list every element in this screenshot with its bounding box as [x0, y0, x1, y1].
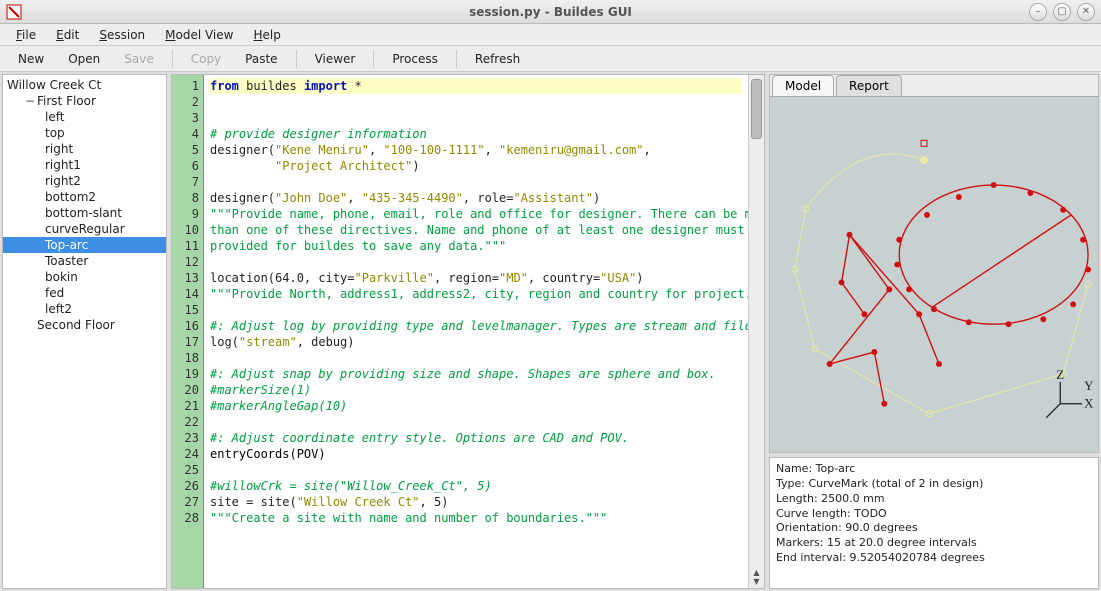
svg-text:Y: Y — [1084, 378, 1093, 393]
tree-item-bokin[interactable]: bokin — [3, 269, 166, 285]
app-icon — [6, 4, 22, 20]
code-line-21[interactable]: #markerAngleGap(10) — [210, 398, 742, 414]
toolbar-save: Save — [112, 50, 165, 68]
code-line-7[interactable] — [210, 174, 742, 190]
code-line-2[interactable] — [210, 94, 742, 110]
info-length: Length: 2500.0 mm — [776, 492, 1092, 507]
tree-item-right2[interactable]: right2 — [3, 173, 166, 189]
info-curve-length: Curve length: TODO — [776, 507, 1092, 522]
model-viewer-canvas[interactable]: X Z Y — [770, 97, 1098, 452]
scroll-arrows[interactable]: ▲▼ — [749, 568, 764, 586]
viewer-tab-model[interactable]: Model — [772, 75, 834, 96]
code-line-25[interactable] — [210, 462, 742, 478]
code-line-1[interactable]: from buildes import * — [210, 78, 742, 94]
code-line-5[interactable]: designer("Kene Meniru", "100-100-1111", … — [210, 142, 742, 158]
info-markers: Markers: 15 at 20.0 degree intervals — [776, 536, 1092, 551]
viewer-panel: ModelReport — [769, 74, 1099, 453]
svg-text:Z: Z — [1056, 367, 1064, 382]
code-line-17[interactable]: log("stream", debug) — [210, 334, 742, 350]
menu-session[interactable]: Session — [89, 26, 155, 44]
code-line-16[interactable]: #: Adjust log by providing type and leve… — [210, 318, 742, 334]
tree-item-curveregular[interactable]: curveRegular — [3, 221, 166, 237]
toolbar-separator — [296, 50, 297, 68]
tree-item-left2[interactable]: left2 — [3, 301, 166, 317]
toolbar-copy: Copy — [179, 50, 233, 68]
code-line-22[interactable] — [210, 414, 742, 430]
code-line-10[interactable]: than one of these directives. Name and p… — [210, 222, 742, 238]
toolbar-separator — [456, 50, 457, 68]
menu-file[interactable]: File — [6, 26, 46, 44]
toolbar-viewer[interactable]: Viewer — [303, 50, 368, 68]
axis-widget: X Z Y — [1046, 367, 1094, 418]
info-panel: Name: Top-arc Type: CurveMark (total of … — [769, 457, 1099, 589]
code-line-14[interactable]: """Provide North, address1, address2, ci… — [210, 286, 742, 302]
code-line-4[interactable]: # provide designer information — [210, 126, 742, 142]
scrollbar-thumb[interactable] — [751, 79, 762, 139]
info-type: Type: CurveMark (total of 2 in design) — [776, 477, 1092, 492]
minimize-button[interactable]: – — [1029, 3, 1047, 21]
toolbar-new[interactable]: New — [6, 50, 56, 68]
code-line-28[interactable]: """Create a site with name and number of… — [210, 510, 742, 526]
code-line-15[interactable] — [210, 302, 742, 318]
code-line-13[interactable]: location(64.0, city="Parkville", region=… — [210, 270, 742, 286]
code-line-3[interactable] — [210, 110, 742, 126]
code-line-24[interactable]: entryCoords(POV) — [210, 446, 742, 462]
viewer-tab-report[interactable]: Report — [836, 75, 902, 96]
toolbar-separator — [373, 50, 374, 68]
code-line-19[interactable]: #: Adjust snap by providing size and sha… — [210, 366, 742, 382]
tree-floor-first-floor[interactable]: −First Floor — [3, 93, 166, 109]
tree-item-bottom-slant[interactable]: bottom-slant — [3, 205, 166, 221]
code-area[interactable]: from buildes import * # provide designer … — [204, 75, 748, 588]
code-line-9[interactable]: """Provide name, phone, email, role and … — [210, 206, 742, 222]
vertical-scrollbar[interactable]: ▲▼ — [748, 75, 764, 588]
menubar: FileEditSessionModel ViewHelp — [0, 24, 1101, 46]
tree-item-left[interactable]: left — [3, 109, 166, 125]
tree-item-bottom2[interactable]: bottom2 — [3, 189, 166, 205]
line-gutter: 1234567891011121314151617181920212223242… — [172, 75, 204, 588]
code-line-18[interactable] — [210, 350, 742, 366]
close-button[interactable]: ✕ — [1077, 3, 1095, 21]
titlebar: session.py - Buildes GUI – ▢ ✕ — [0, 0, 1101, 24]
info-name: Name: Top-arc — [776, 462, 1092, 477]
menu-edit[interactable]: Edit — [46, 26, 89, 44]
svg-text:X: X — [1084, 396, 1094, 411]
info-end-interval: End interval: 9.52054020784 degrees — [776, 551, 1092, 566]
code-line-20[interactable]: #markerSize(1) — [210, 382, 742, 398]
code-line-26[interactable]: #willowCrk = site("Willow_Creek_Ct", 5) — [210, 478, 742, 494]
tree-item-toaster[interactable]: Toaster — [3, 253, 166, 269]
menu-help[interactable]: Help — [243, 26, 290, 44]
maximize-button[interactable]: ▢ — [1053, 3, 1071, 21]
code-line-27[interactable]: site = site("Willow Creek Ct", 5) — [210, 494, 742, 510]
menu-model-view[interactable]: Model View — [155, 26, 243, 44]
code-line-8[interactable]: designer("John Doe", "435-345-4490", rol… — [210, 190, 742, 206]
toolbar-separator — [172, 50, 173, 68]
info-orientation: Orientation: 90.0 degrees — [776, 521, 1092, 536]
tree-item-right[interactable]: right — [3, 141, 166, 157]
tree-item-right1[interactable]: right1 — [3, 157, 166, 173]
toolbar-open[interactable]: Open — [56, 50, 112, 68]
code-editor[interactable]: 1234567891011121314151617181920212223242… — [171, 74, 765, 589]
tree-item-fed[interactable]: fed — [3, 285, 166, 301]
code-line-11[interactable]: provided for buildes to save any data.""… — [210, 238, 742, 254]
toolbar-process[interactable]: Process — [380, 50, 450, 68]
tree-floor-second-floor[interactable]: Second Floor — [3, 317, 166, 333]
tree-sidebar[interactable]: Willow Creek Ct−First Floorlefttoprightr… — [2, 74, 167, 589]
tree-item-top-arc[interactable]: Top-arc — [3, 237, 166, 253]
tree-root[interactable]: Willow Creek Ct — [3, 77, 166, 93]
toolbar-paste[interactable]: Paste — [233, 50, 289, 68]
window-title: session.py - Buildes GUI — [469, 5, 632, 19]
tree-item-top[interactable]: top — [3, 125, 166, 141]
code-line-23[interactable]: #: Adjust coordinate entry style. Option… — [210, 430, 742, 446]
viewer-tabs: ModelReport — [770, 75, 1098, 97]
code-line-6[interactable]: "Project Architect") — [210, 158, 742, 174]
toolbar: NewOpenSave CopyPaste Viewer Process Refresh — [0, 46, 1101, 72]
toolbar-refresh[interactable]: Refresh — [463, 50, 532, 68]
code-line-12[interactable] — [210, 254, 742, 270]
